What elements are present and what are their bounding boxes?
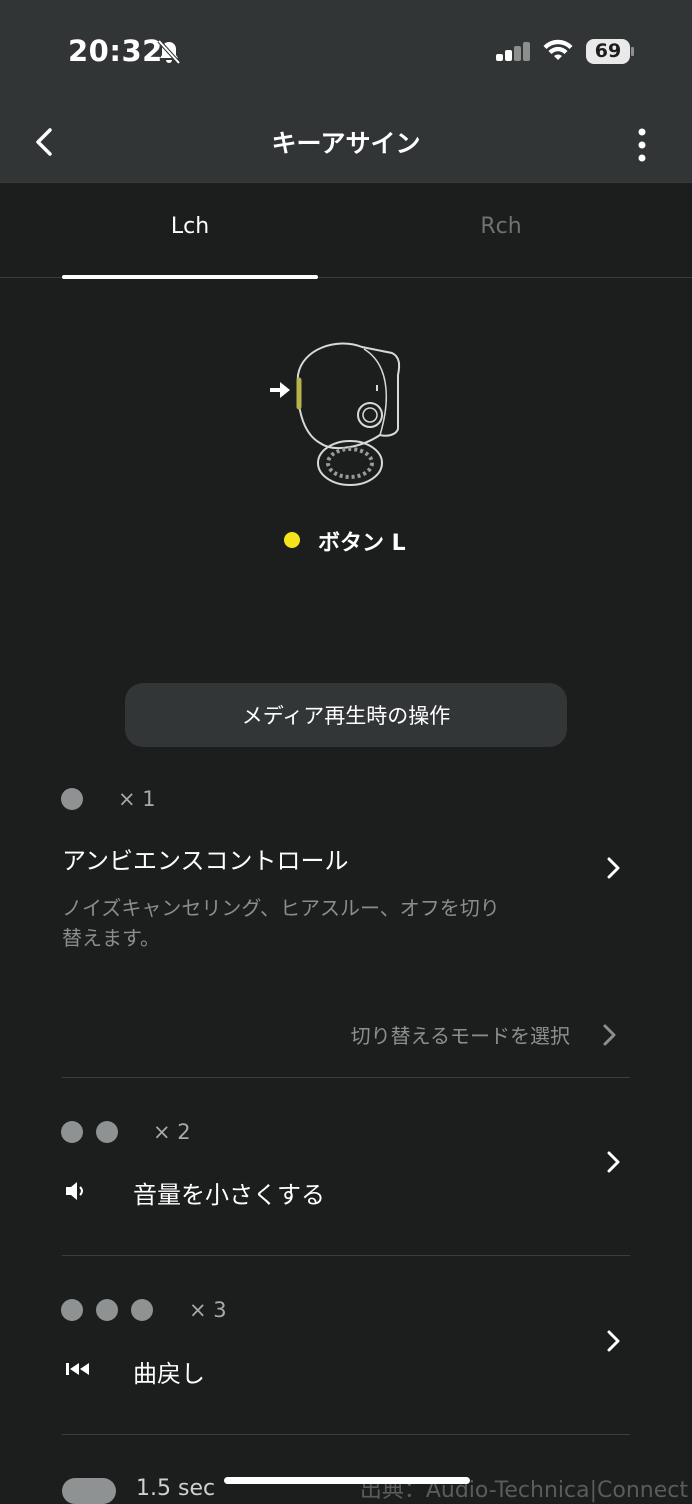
- tab-lch[interactable]: Lch: [90, 214, 290, 239]
- tap-dot: [61, 788, 83, 810]
- bell-slash-icon: [157, 39, 181, 65]
- long-press-indicator: [62, 1478, 116, 1504]
- battery-level: 69: [594, 40, 622, 62]
- button-indicator-dot: [284, 532, 300, 548]
- item-description-line1: ノイズキャンセリング、ヒアスルー、オフを切り: [62, 896, 500, 920]
- button-label: ボタン L: [318, 531, 406, 556]
- status-time: 20:32: [68, 34, 163, 68]
- tap-dot: [61, 1299, 83, 1321]
- item-title[interactable]: アンビエンスコントロール: [62, 841, 349, 876]
- cellular-signal-icon: [496, 42, 530, 61]
- select-mode-link[interactable]: 切り替えるモードを選択: [351, 1020, 570, 1049]
- tap-dot: [61, 1121, 83, 1143]
- header-divider: [0, 182, 692, 183]
- battery-tip: [631, 47, 634, 56]
- tap-count: × 2: [153, 1120, 191, 1144]
- tap-count: × 1: [118, 787, 156, 811]
- earbud-illustration: [270, 342, 401, 486]
- press-duration: 1.5 sec: [136, 1476, 216, 1501]
- page-title: キーアサイン: [271, 129, 421, 158]
- tab-indicator: [62, 275, 318, 279]
- home-indicator: [224, 1477, 470, 1484]
- tap-dot: [96, 1121, 118, 1143]
- chevron-right-icon[interactable]: [602, 1024, 616, 1046]
- previous-track-icon: [66, 1363, 89, 1375]
- chevron-right-icon[interactable]: [606, 1330, 620, 1352]
- item-description-line2: 替えます。: [62, 926, 160, 950]
- volume-down-icon: [66, 1182, 83, 1200]
- tab-rch[interactable]: Rch: [401, 214, 601, 239]
- list-divider: [62, 1077, 630, 1078]
- item-title[interactable]: 曲戻し: [133, 1354, 205, 1389]
- section-label: メディア再生時の操作: [241, 704, 451, 728]
- chevron-right-icon[interactable]: [606, 857, 620, 879]
- tap-dot: [131, 1299, 153, 1321]
- tap-dot: [96, 1299, 118, 1321]
- wifi-icon: [543, 39, 573, 60]
- tap-count: × 3: [189, 1298, 227, 1322]
- chevron-right-icon[interactable]: [606, 1151, 620, 1173]
- list-divider: [62, 1255, 630, 1256]
- more-options-icon[interactable]: [634, 125, 650, 165]
- item-title[interactable]: 音量を小さくする: [133, 1175, 325, 1210]
- section-pill: メディア再生時の操作: [125, 683, 567, 747]
- list-divider: [62, 1434, 630, 1435]
